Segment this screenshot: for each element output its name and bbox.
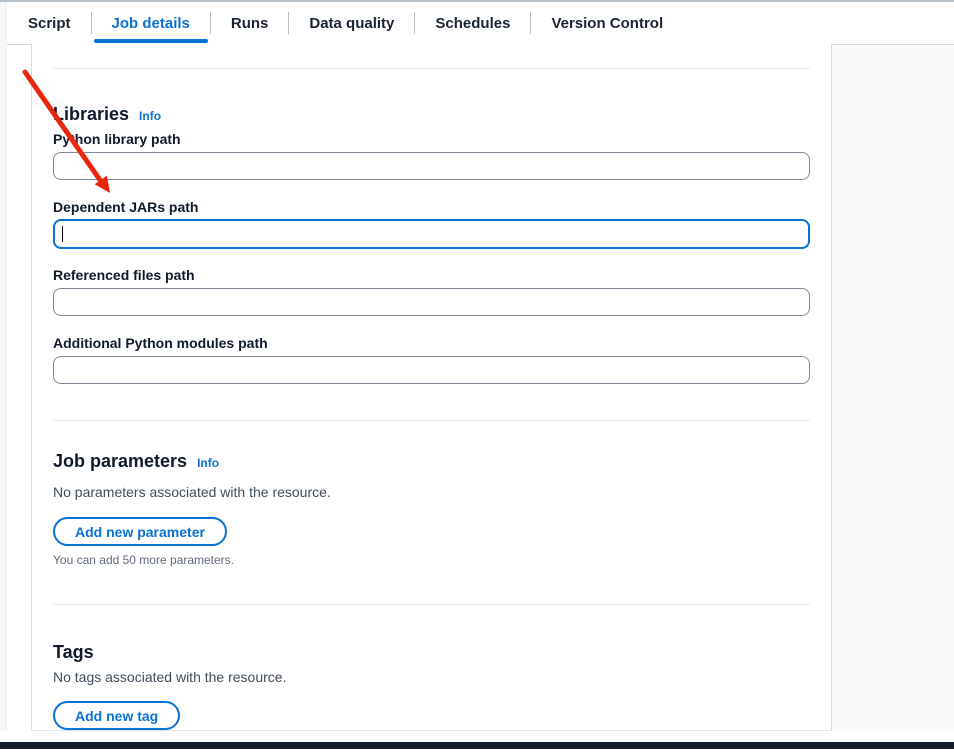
parameters-limit-hint: You can add 50 more parameters. xyxy=(53,553,810,567)
add-new-parameter-button[interactable]: Add new parameter xyxy=(53,517,227,546)
referenced-files-path-label: Referenced files path xyxy=(53,267,810,283)
job-parameters-title: Job parameters xyxy=(53,450,187,472)
job-details-panel: Libraries Info Python library path Depen… xyxy=(31,44,832,731)
tab-version-control[interactable]: Version Control xyxy=(531,2,683,44)
dependent-jars-path-input[interactable] xyxy=(53,219,810,249)
python-library-path-label: Python library path xyxy=(53,131,810,147)
tab-runs[interactable]: Runs xyxy=(211,2,289,44)
left-gutter xyxy=(0,2,7,731)
add-new-tag-button[interactable]: Add new tag xyxy=(53,701,180,730)
additional-python-modules-path-label: Additional Python modules path xyxy=(53,335,810,351)
additional-python-modules-path-input[interactable] xyxy=(53,356,810,384)
job-parameters-empty-message: No parameters associated with the resour… xyxy=(53,484,810,500)
window-bottom-bar xyxy=(0,742,954,749)
tab-bar: Script Job details Runs Data quality Sch… xyxy=(0,2,954,44)
tags-title: Tags xyxy=(53,641,94,663)
tab-script[interactable]: Script xyxy=(8,2,91,44)
section-divider xyxy=(53,68,810,69)
libraries-info-link[interactable]: Info xyxy=(139,109,161,123)
job-parameters-info-link[interactable]: Info xyxy=(197,456,219,470)
python-library-path-field xyxy=(53,152,810,180)
dependent-jars-path-label: Dependent JARs path xyxy=(53,199,810,215)
page-background xyxy=(832,45,954,731)
python-library-path-input[interactable] xyxy=(53,152,810,180)
dependent-jars-path-field xyxy=(53,219,810,249)
referenced-files-path-input[interactable] xyxy=(53,288,810,316)
libraries-title: Libraries xyxy=(53,103,129,125)
job-parameters-section-header: Job parameters Info xyxy=(53,450,810,472)
text-cursor xyxy=(62,226,63,242)
additional-python-modules-path-field xyxy=(53,356,810,384)
section-divider xyxy=(53,604,810,605)
referenced-files-path-field xyxy=(53,288,810,316)
tab-data-quality[interactable]: Data quality xyxy=(289,2,414,44)
tags-empty-message: No tags associated with the resource. xyxy=(53,669,810,685)
tab-schedules[interactable]: Schedules xyxy=(415,2,530,44)
tags-section-header: Tags xyxy=(53,641,810,663)
section-divider xyxy=(53,420,810,421)
libraries-section-header: Libraries Info xyxy=(53,103,810,125)
tab-job-details[interactable]: Job details xyxy=(92,2,210,44)
